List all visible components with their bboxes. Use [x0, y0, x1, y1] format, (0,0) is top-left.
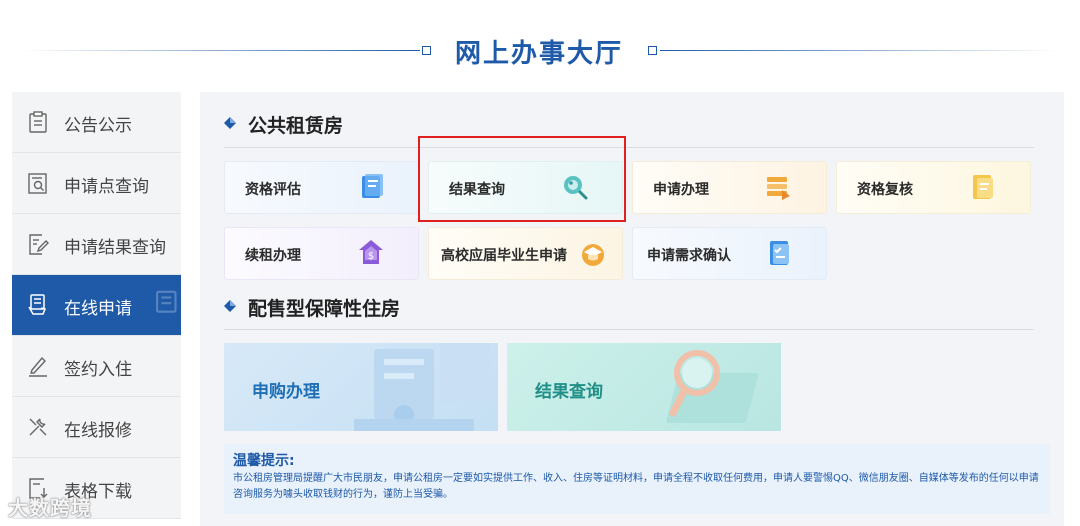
card-qualification-review[interactable]: 资格复核: [836, 161, 1031, 214]
hand-doc-watermark-icon: [156, 290, 177, 313]
card-demand-confirmation[interactable]: 申请需求确认: [632, 227, 827, 280]
card-graduate-application[interactable]: 高校应届毕业生申请: [428, 227, 623, 280]
card-label: 结果查询: [535, 382, 603, 402]
house-money-icon: $: [359, 240, 383, 264]
checklist-icon: [770, 241, 789, 265]
sidebar-item-result-query[interactable]: 申请结果查询: [12, 214, 181, 275]
card-label: 申请办理: [653, 182, 709, 198]
pen-sign-icon: [29, 356, 47, 377]
card-label: 申请需求确认: [647, 248, 731, 264]
document-icon: [362, 174, 383, 198]
tip-title: 温馨提示:: [233, 453, 295, 469]
card-label: 申购办理: [252, 382, 320, 402]
files-icon: [767, 177, 790, 200]
page-title: 网上办事大厅: [454, 39, 623, 69]
graduate-cap-icon: [582, 244, 604, 266]
section-title-public-rental: 公共租赁房: [248, 115, 344, 137]
sidebar-item-sign-move-in[interactable]: 签约入住: [12, 336, 181, 397]
wrench-icon: [29, 418, 47, 436]
section-divider: [224, 329, 1034, 330]
section-diamond-icon: [224, 117, 236, 129]
card-result-query[interactable]: 结果查询: [428, 161, 623, 214]
edit-doc-icon: [29, 234, 49, 255]
brand-watermark: 大数跨境: [8, 496, 92, 520]
hand-doc-icon: [28, 294, 47, 315]
magnifier-illustration: [666, 350, 759, 423]
section-diamond-icon: [224, 300, 236, 312]
card-label: 资格复核: [857, 182, 913, 198]
card-label: 续租办理: [245, 248, 301, 264]
sidebar: 公告公示 申请点查询 申请结果查询 在线申请 签约入住 在线报修 表格下载: [12, 92, 181, 519]
sidebar-item-online-application[interactable]: 在线申请: [12, 275, 181, 336]
sidebar-item-label: 申请点查询: [64, 177, 149, 197]
search-doc-icon: [28, 173, 47, 194]
header-ornament-left: [422, 46, 431, 55]
magnifier-icon: [564, 176, 588, 200]
sidebar-item-label: 签约入住: [64, 360, 132, 380]
svg-text:$: $: [368, 251, 374, 262]
header-ornament-right: [648, 46, 657, 55]
card-label: 高校应届毕业生申请: [441, 248, 567, 264]
card-purchase-processing[interactable]: 申购办理: [224, 343, 498, 431]
page-header: 网上办事大厅: [0, 0, 1080, 92]
section-title-sale-housing: 配售型保障性住房: [248, 298, 401, 320]
review-doc-icon: [973, 175, 993, 199]
sidebar-item-label: 申请结果查询: [64, 238, 166, 258]
sidebar-item-announcements[interactable]: 公告公示: [12, 92, 181, 153]
card-qualification-assessment[interactable]: 资格评估: [224, 161, 419, 214]
tip-text: 市公租房管理局提醒广大市民朋友，申请公租房一定要如实提供工作、收入、住房等证明材…: [233, 473, 1039, 500]
card-label: 结果查询: [449, 182, 505, 198]
card-application-processing[interactable]: 申请办理: [632, 161, 827, 214]
header-divider-left: [20, 50, 420, 51]
clipboard-icon: [29, 111, 47, 133]
tip-box: 温馨提示: 市公租房管理局提醒广大市民朋友，申请公租房一定要如实提供工作、收入、…: [224, 444, 1050, 514]
sidebar-item-label: 公告公示: [64, 116, 132, 136]
sidebar-item-online-repair[interactable]: 在线报修: [12, 397, 181, 458]
header-divider-right: [660, 50, 1060, 51]
sidebar-item-application-point-query[interactable]: 申请点查询: [12, 153, 181, 214]
sidebar-item-label: 在线申请: [64, 299, 132, 319]
purchase-illustration: [354, 343, 490, 431]
card-lease-renewal[interactable]: 续租办理 $: [224, 227, 419, 280]
sidebar-item-label: 在线报修: [64, 421, 132, 441]
card-label: 资格评估: [245, 182, 301, 198]
section-divider: [224, 147, 1034, 148]
card-sale-result-query[interactable]: 结果查询: [507, 343, 781, 431]
